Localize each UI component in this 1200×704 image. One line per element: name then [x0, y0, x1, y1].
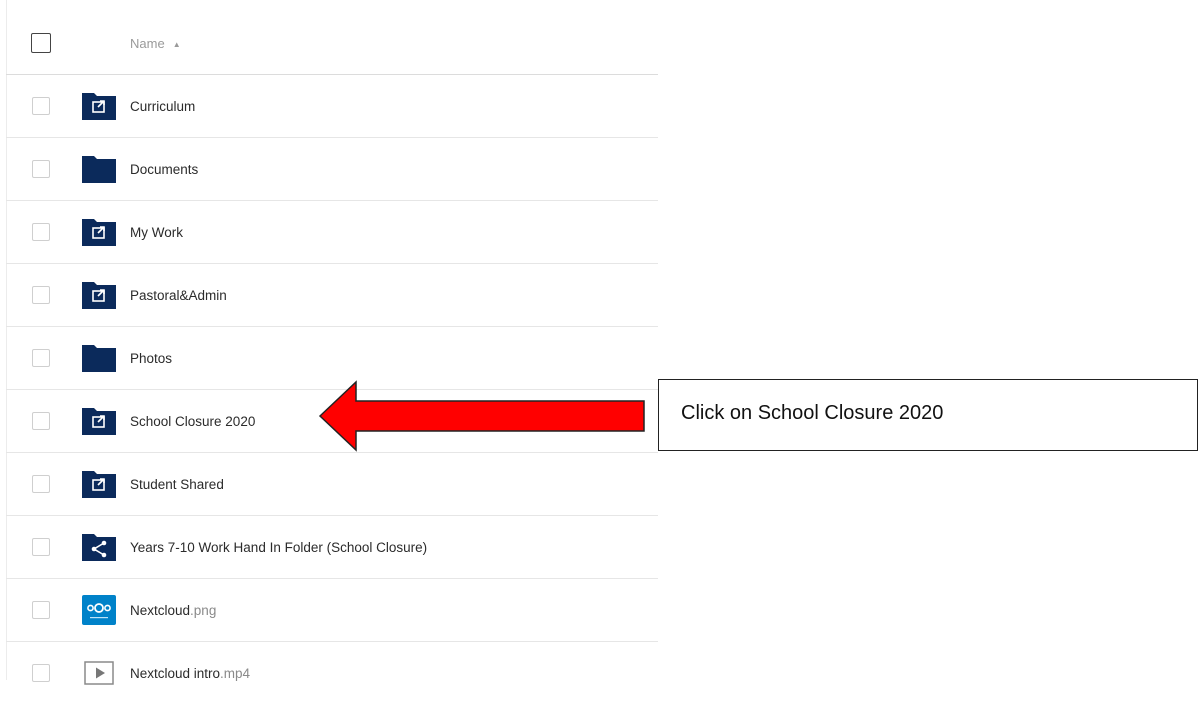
row-checkbox[interactable]: [32, 286, 50, 304]
file-name[interactable]: Pastoral&Admin: [130, 288, 227, 303]
row-checkbox[interactable]: [32, 475, 50, 493]
row-checkbox[interactable]: [32, 97, 50, 115]
file-row-0[interactable]: Curriculum: [6, 75, 658, 138]
video-file-icon[interactable]: [80, 657, 118, 689]
select-all-checkbox[interactable]: [31, 33, 51, 53]
file-row-8[interactable]: Nextcloud.png: [6, 579, 658, 642]
file-name[interactable]: Nextcloud intro.mp4: [130, 666, 250, 681]
shared-folder-icon[interactable]: [80, 216, 118, 248]
row-checkbox[interactable]: [32, 349, 50, 367]
file-row-2[interactable]: My Work: [6, 201, 658, 264]
shared-folder-icon[interactable]: [80, 468, 118, 500]
nextcloud-image-icon[interactable]: [80, 594, 118, 626]
share-link-folder-icon[interactable]: [80, 531, 118, 563]
file-row-1[interactable]: Documents: [6, 138, 658, 201]
folder-icon[interactable]: [80, 342, 118, 374]
row-checkbox[interactable]: [32, 412, 50, 430]
file-row-7[interactable]: Years 7-10 Work Hand In Folder (School C…: [6, 516, 658, 579]
file-row-9[interactable]: Nextcloud intro.mp4: [6, 642, 658, 704]
file-name[interactable]: Documents: [130, 162, 198, 177]
row-checkbox[interactable]: [32, 538, 50, 556]
file-name[interactable]: My Work: [130, 225, 183, 240]
file-row-6[interactable]: Student Shared: [6, 453, 658, 516]
red-pointer-arrow-icon: [318, 380, 645, 452]
file-list-header: Name ▲: [6, 12, 658, 75]
name-column-header[interactable]: Name ▲: [130, 36, 181, 51]
name-column-label[interactable]: Name: [130, 36, 165, 51]
folder-icon[interactable]: [80, 153, 118, 185]
file-name[interactable]: Nextcloud.png: [130, 603, 216, 618]
file-name[interactable]: Photos: [130, 351, 172, 366]
row-checkbox[interactable]: [32, 160, 50, 178]
row-checkbox[interactable]: [32, 664, 50, 682]
file-row-3[interactable]: Pastoral&Admin: [6, 264, 658, 327]
row-checkbox[interactable]: [32, 601, 50, 619]
shared-folder-icon[interactable]: [80, 279, 118, 311]
shared-folder-icon[interactable]: [80, 405, 118, 437]
file-list: Name ▲ Curriculum Documents My Work Pasto…: [6, 12, 658, 704]
file-name[interactable]: Years 7-10 Work Hand In Folder (School C…: [130, 540, 427, 555]
instruction-callout: Click on School Closure 2020: [658, 379, 1198, 451]
file-name[interactable]: Student Shared: [130, 477, 224, 492]
sort-ascending-icon: ▲: [172, 39, 181, 49]
instruction-text: Click on School Closure 2020: [681, 402, 944, 424]
file-name[interactable]: School Closure 2020: [130, 414, 255, 429]
row-checkbox[interactable]: [32, 223, 50, 241]
file-name[interactable]: Curriculum: [130, 99, 195, 114]
shared-folder-icon[interactable]: [80, 90, 118, 122]
